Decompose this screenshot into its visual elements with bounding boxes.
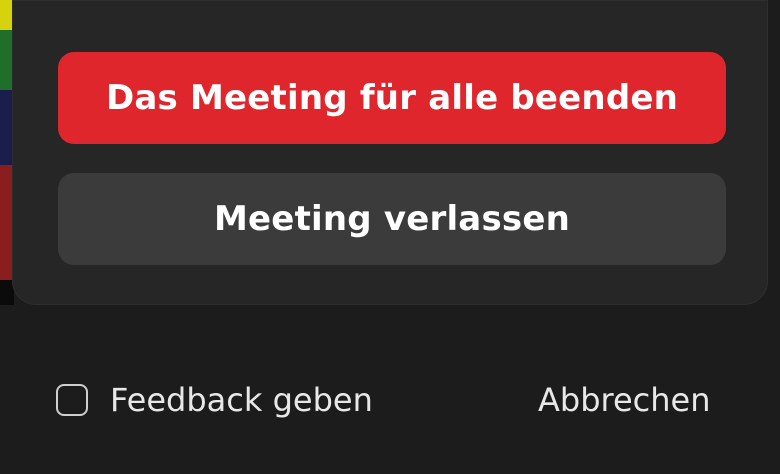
end-meeting-for-all-button[interactable]: Das Meeting für alle beenden	[58, 52, 726, 144]
feedback-option[interactable]: Feedback geben	[56, 381, 373, 419]
leave-meeting-button[interactable]: Meeting verlassen	[58, 173, 726, 265]
end-meeting-dialog: Das Meeting für alle beenden Meeting ver…	[0, 0, 780, 474]
cancel-button[interactable]: Abbrechen	[538, 381, 711, 419]
feedback-checkbox[interactable]	[56, 384, 88, 416]
dialog-footer: Feedback geben Abbrechen	[0, 305, 780, 474]
end-meeting-popover: Das Meeting für alle beenden Meeting ver…	[12, 0, 768, 305]
feedback-label: Feedback geben	[110, 381, 373, 419]
